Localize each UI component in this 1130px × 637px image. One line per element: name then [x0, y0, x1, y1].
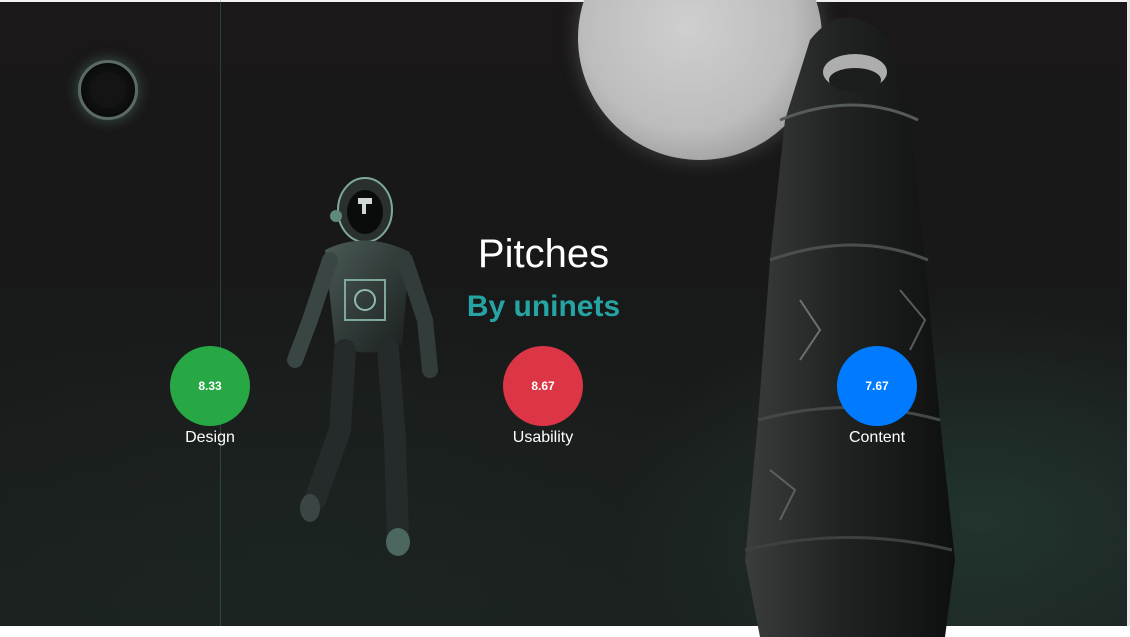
score-label-design: Design: [185, 429, 235, 446]
page-subtitle: By uninets: [466, 290, 621, 323]
score-content: 7.67 Content: [807, 346, 947, 447]
score-circle-usability: 8.67: [503, 346, 583, 426]
score-usability: 8.67 Usability: [473, 346, 613, 447]
pitch-results-stage: Pitches By uninets 8.33 Design 8.67 Usab…: [0, 0, 1130, 637]
score-design: 8.33 Design: [140, 346, 280, 447]
score-label-content: Content: [848, 429, 906, 446]
frame-bottom-edge: [0, 626, 1130, 637]
frame-top-edge: [0, 0, 1130, 2]
astronaut-illustration: [287, 177, 438, 556]
ring-icon: [78, 60, 138, 120]
score-label-usability: Usability: [512, 429, 574, 446]
score-circle-design: 8.33: [170, 346, 250, 426]
page-title: Pitches: [477, 232, 610, 276]
score-circle-content: 7.67: [837, 346, 917, 426]
